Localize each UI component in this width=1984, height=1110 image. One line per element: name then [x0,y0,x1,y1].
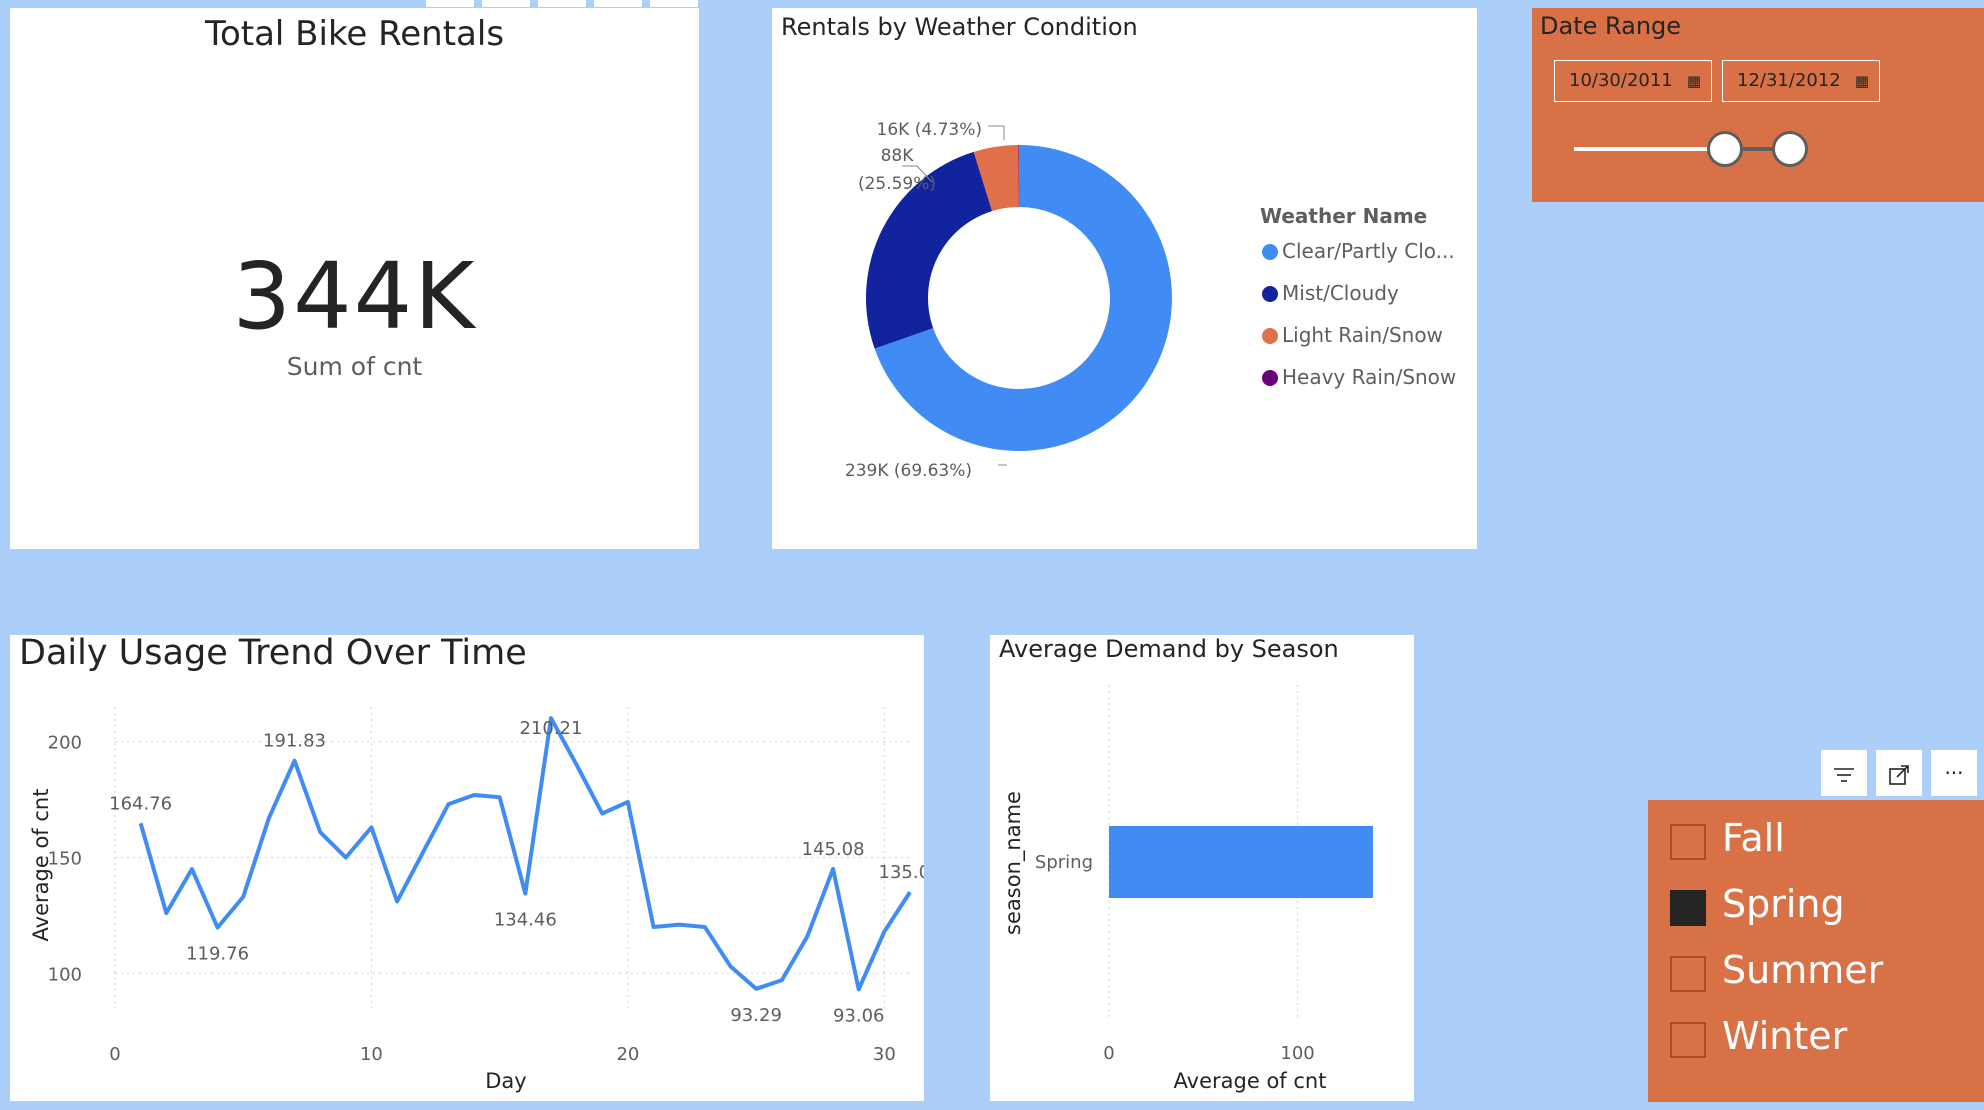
season-label: Spring [1722,882,1845,926]
weather-donut-chart[interactable]: Rentals by Weather Condition 239K (69.63… [772,8,1477,549]
top-tab[interactable] [482,0,530,7]
x-tick-label: 10 [360,1044,383,1065]
x-axis-title: Average of cnt [1174,1069,1327,1093]
x-tick-label: 0 [109,1044,120,1065]
y-tick-label: 200 [48,733,82,754]
y-axis-title: Average of cnt [29,789,53,942]
daily-trend-chart[interactable]: Daily Usage Trend Over Time 100 150 200 0 10… [10,635,924,1101]
data-label: (25.59%) [858,174,936,194]
slider-end-handle[interactable] [1772,131,1808,167]
end-date-input[interactable]: 12/31/2012 ▦ [1722,60,1880,102]
bar-svg: 0 100 Spring Average of cnt season_name [1001,685,1373,1093]
x-axis-title: Day [485,1069,526,1093]
data-label: 191.83 [263,731,326,752]
season-bar-chart[interactable]: Average Demand by Season 0 100 Spring Avera… [990,635,1414,1101]
data-label: 88K [881,146,915,166]
data-label: 164.76 [109,793,172,814]
total-rentals-card[interactable]: Total Bike Rentals 344K Sum of cnt [10,8,699,549]
y-tick-label: Spring [1035,852,1093,873]
legend-item: Clear/Partly Clo... [1282,239,1455,263]
calendar-icon[interactable]: ▦ [1855,61,1869,101]
top-tab[interactable] [426,0,474,7]
line-svg: 1001502000 10 20 30DayAverage of cnt 164.761… [29,707,924,1093]
data-label: 93.06 [833,1005,885,1026]
kpi-value: 344K [232,243,477,350]
season-slicer[interactable]: Fall Spring Summer Winter [1648,800,1984,1102]
x-tick-label: 30 [873,1044,896,1065]
x-tick-label: 0 [1103,1043,1114,1064]
bar [1109,826,1373,898]
filter-icon[interactable] [1821,750,1867,796]
checkbox[interactable] [1670,824,1706,860]
legend-marker [1262,244,1278,260]
data-label: 135.04 [879,862,924,883]
legend-marker [1262,370,1278,386]
card-title: Total Bike Rentals [204,14,505,54]
x-tick-label: 100 [1280,1043,1314,1064]
slicer-title: Date Range [1540,12,1682,40]
data-label: 210.21 [519,718,582,739]
legend-marker [1262,286,1278,302]
donut-svg: 239K (69.63%) 88K (25.59%) 16K (4.73%) Weath… [845,120,1456,481]
y-axis-title: season_name [1001,791,1026,935]
data-label: 239K (69.63%) [845,461,972,481]
top-tab[interactable] [538,0,586,7]
more-options-icon[interactable]: ··· [1931,750,1977,796]
legend-title: Weather Name [1260,204,1427,228]
checkbox[interactable] [1670,956,1706,992]
date-range-slicer[interactable]: Date Range 10/30/2011 ▦ 12/31/2012 ▦ [1532,8,1984,202]
legend-item: Heavy Rain/Snow [1282,365,1456,389]
x-tick-label: 20 [616,1044,639,1065]
top-tab[interactable] [650,0,698,7]
season-label: Summer [1722,948,1884,992]
checkbox[interactable] [1670,890,1706,926]
legend-marker [1262,328,1278,344]
start-date-value: 10/30/2011 [1569,70,1673,91]
kpi-subtitle: Sum of cnt [286,352,423,381]
end-date-value: 12/31/2012 [1737,70,1841,91]
checkbox[interactable] [1670,1022,1706,1058]
season-label: Fall [1722,816,1785,860]
calendar-icon[interactable]: ▦ [1687,61,1701,101]
data-label: 93.29 [730,1005,782,1026]
legend-item: Mist/Cloudy [1282,281,1399,305]
y-tick-label: 100 [48,964,82,985]
top-tab[interactable] [594,0,642,7]
data-label: 119.76 [186,944,249,965]
date-slider[interactable] [1574,130,1808,168]
legend-item: Light Rain/Snow [1282,323,1443,347]
data-label: 134.46 [494,909,557,930]
data-label: 145.08 [802,839,865,860]
data-label: 16K (4.73%) [877,120,982,140]
series-line [138,716,912,992]
focus-mode-icon[interactable] [1876,750,1922,796]
slider-start-handle[interactable] [1707,131,1744,167]
leader-line [988,125,1005,140]
season-label: Winter [1722,1014,1848,1058]
start-date-input[interactable]: 10/30/2011 ▦ [1554,60,1712,102]
